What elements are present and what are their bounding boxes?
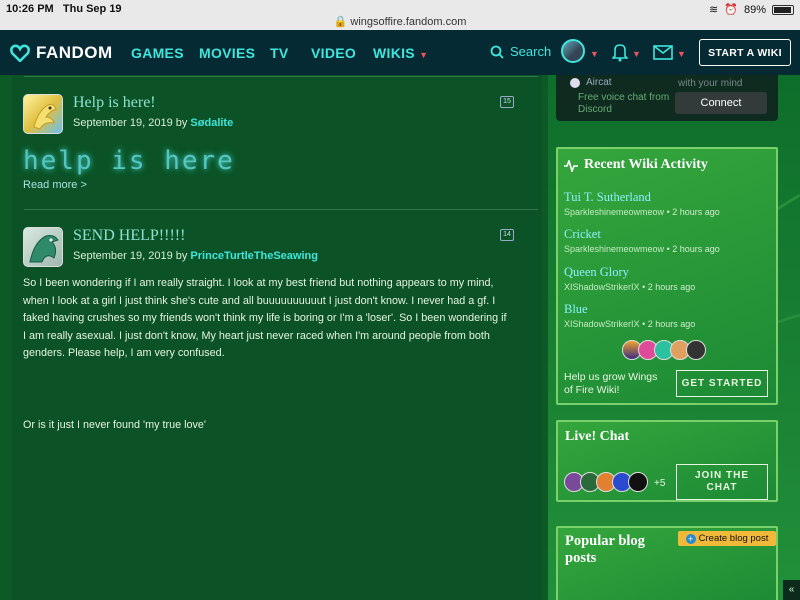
seawing-avatar-icon — [29, 235, 59, 263]
activity-page-link[interactable]: Cricket — [564, 227, 601, 242]
nav-video[interactable]: VIDEO — [311, 45, 356, 61]
more-users-count: +5 — [654, 478, 666, 489]
sidebar: Aircat with your mind Free voice chat fr… — [548, 75, 800, 600]
chat-user-avatar[interactable] — [628, 472, 648, 492]
nav-movies[interactable]: MOVIES — [199, 45, 255, 61]
post-title[interactable]: SEND HELP!!!!! — [73, 227, 185, 245]
post-avatar[interactable] — [23, 227, 63, 267]
post-meta: September 19, 2019 by PrinceTurtleTheSea… — [73, 250, 318, 262]
mail-chevron-icon[interactable]: ▼ — [677, 49, 686, 59]
bell-chevron-icon[interactable]: ▼ — [632, 49, 641, 59]
create-blog-post-button[interactable]: + Create blog post — [678, 531, 776, 546]
wifi-icon: ≋ — [709, 4, 719, 16]
get-started-button[interactable]: GET STARTED — [676, 370, 768, 397]
blog-list: Help is here! September 19, 2019 by Søda… — [12, 75, 542, 600]
activity-meta: XIShadowStrikerIX • 2 hours ago — [564, 319, 696, 329]
activity-user-link[interactable]: XIShadowStrikerIX — [564, 319, 640, 329]
activity-meta: Sparkleshinemeowmeow • 2 hours ago — [564, 207, 720, 217]
comment-count-badge[interactable]: 14 — [500, 229, 514, 241]
discord-widget: Aircat with your mind Free voice chat fr… — [556, 75, 778, 121]
join-chat-button[interactable]: JOIN THE CHAT — [676, 464, 768, 500]
activity-page-link[interactable]: Tui T. Sutherland — [564, 190, 651, 205]
alarm-icon: ⏰ — [724, 4, 738, 16]
popular-blog-posts-panel: Popular blog posts + Create blog post — [556, 526, 778, 600]
activity-user-link[interactable]: XIShadowStrikerIX — [564, 282, 640, 292]
fandom-heart-icon — [10, 44, 30, 62]
post-avatar[interactable] — [23, 94, 63, 134]
activity-page-link[interactable]: Blue — [564, 302, 588, 317]
fandom-logo[interactable]: FANDOM — [10, 43, 113, 63]
battery-icon — [772, 4, 794, 15]
activity-title: Recent Wiki Activity — [584, 157, 708, 172]
start-a-wiki-button[interactable]: START A WIKI — [699, 39, 791, 66]
dragon-avatar-icon — [33, 104, 57, 130]
discord-user-avatar — [570, 78, 580, 88]
discord-user: Aircat — [586, 77, 612, 88]
chevron-down-icon: ▼ — [419, 50, 429, 60]
activity-meta: XIShadowStrikerIX • 2 hours ago — [564, 282, 696, 292]
chevron-up-icon: « — [788, 584, 795, 595]
add-post-icon: + — [685, 533, 696, 544]
post-meta: September 19, 2019 by Sødalite — [73, 117, 234, 129]
divider — [24, 209, 538, 210]
activity-user-link[interactable]: Sparkleshinemeowmeow — [564, 244, 664, 254]
status-icons: ≋ ⏰ 89% — [709, 3, 794, 16]
bell-icon[interactable] — [612, 42, 628, 62]
help-grow-text: Help us grow Wings of Fire Wiki! — [564, 371, 658, 396]
activity-pulse-icon — [564, 160, 578, 172]
activity-user-link[interactable]: Sparkleshinemeowmeow — [564, 207, 664, 217]
contributor-avatar[interactable] — [686, 340, 706, 360]
mail-icon[interactable] — [653, 45, 673, 60]
chat-title: Live! Chat — [565, 429, 630, 444]
activity-meta: Sparkleshinemeowmeow • 2 hours ago — [564, 244, 720, 254]
user-avatar[interactable] — [561, 39, 585, 63]
post-title[interactable]: Help is here! — [73, 94, 156, 112]
lock-icon: 🔒 — [333, 16, 348, 28]
divider — [24, 76, 538, 77]
post-body: So I been wondering if I am really strai… — [23, 277, 507, 359]
fandom-navbar: FANDOM GAMES MOVIES TV VIDEO WIKIS ▼ Sea… — [0, 30, 800, 75]
post-excerpt: help is here — [23, 146, 235, 176]
recent-activity-panel: Recent Wiki Activity Tui T. Sutherland S… — [556, 147, 778, 405]
activity-page-link[interactable]: Queen Glory — [564, 265, 629, 280]
nav-games[interactable]: GAMES — [131, 45, 184, 61]
status-bar: 10:26 PM Thu Sep 19 🔒 wingsoffire.fandom… — [0, 0, 800, 30]
read-more-link[interactable]: Read more > — [23, 179, 87, 191]
post-author[interactable]: PrinceTurtleTheSeawing — [190, 250, 318, 262]
popular-title: Popular blog posts — [565, 533, 645, 566]
battery-percent: 89% — [743, 3, 766, 16]
avatar-chevron-icon[interactable]: ▼ — [590, 49, 599, 59]
scroll-to-top-button[interactable]: « — [783, 580, 800, 600]
status-time: 10:26 PM Thu Sep 19 — [6, 3, 122, 15]
discord-connect-button[interactable]: Connect — [675, 92, 767, 114]
live-chat-panel: Live! Chat +5 JOIN THE CHAT — [556, 420, 778, 502]
comment-count-badge[interactable]: 15 — [500, 96, 514, 108]
search-icon — [490, 45, 504, 59]
post-author[interactable]: Sødalite — [190, 117, 233, 129]
nav-wikis[interactable]: WIKIS ▼ — [373, 45, 428, 61]
url-bar[interactable]: 🔒 wingsoffire.fandom.com — [0, 15, 800, 28]
post-body-end: Or is it just I never found 'my true lov… — [23, 419, 206, 431]
search-button[interactable]: Search — [490, 44, 551, 59]
nav-tv[interactable]: TV — [270, 45, 289, 61]
